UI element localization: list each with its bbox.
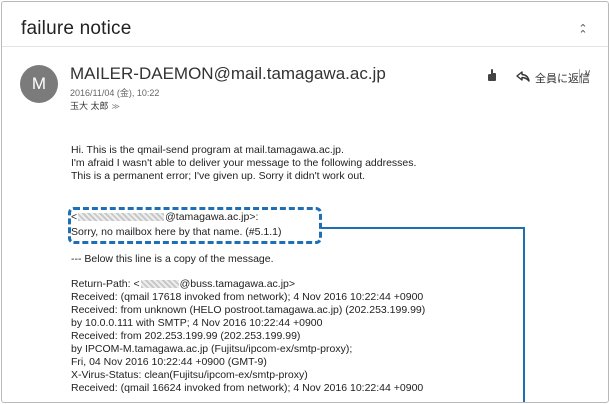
highlight-annotation xyxy=(68,207,322,244)
header-line: Received: (qmail 17618 invoked from netw… xyxy=(71,291,424,303)
annotation-connector xyxy=(523,227,525,402)
return-path-line: Return-Path: < @buss.tamagawa.ac.jp> xyxy=(71,278,296,290)
header-line: by 10.0.0.111 with SMTP; 4 Nov 2016 10:2… xyxy=(71,317,323,329)
email-window: failure notice ⌃ ⌃ M MAILER-DAEMON@mail.t… xyxy=(1,1,609,403)
header-line: Received: from 202.253.199.99 (202.253.1… xyxy=(71,330,301,342)
body-line: Hi. This is the qmail-send program at ma… xyxy=(71,144,344,156)
avatar: M xyxy=(20,65,58,103)
redacted-username xyxy=(140,280,179,289)
header-line: Received: (qmail 16624 invoked from netw… xyxy=(71,382,424,394)
header-line: X-Virus-Status: clean(Fujitsu/ipcom-ex/s… xyxy=(71,369,308,381)
header-line: Fri, 04 Nov 2016 10:22:44 +0900 (GMT-9) xyxy=(71,356,267,368)
body-line: This is a permanent error; I've given up… xyxy=(71,170,366,182)
annotation-connector xyxy=(322,227,524,229)
body-line: I'm afraid I wasn't able to deliver your… xyxy=(71,157,417,169)
header-line: Received: from unknown (HELO postroot.ta… xyxy=(71,304,426,316)
copy-notice: --- Below this line is a copy of the mes… xyxy=(71,253,274,265)
header-line: by IPCOM-M.tamagawa.ac.jp (Fujitsu/ipcom… xyxy=(71,343,353,355)
